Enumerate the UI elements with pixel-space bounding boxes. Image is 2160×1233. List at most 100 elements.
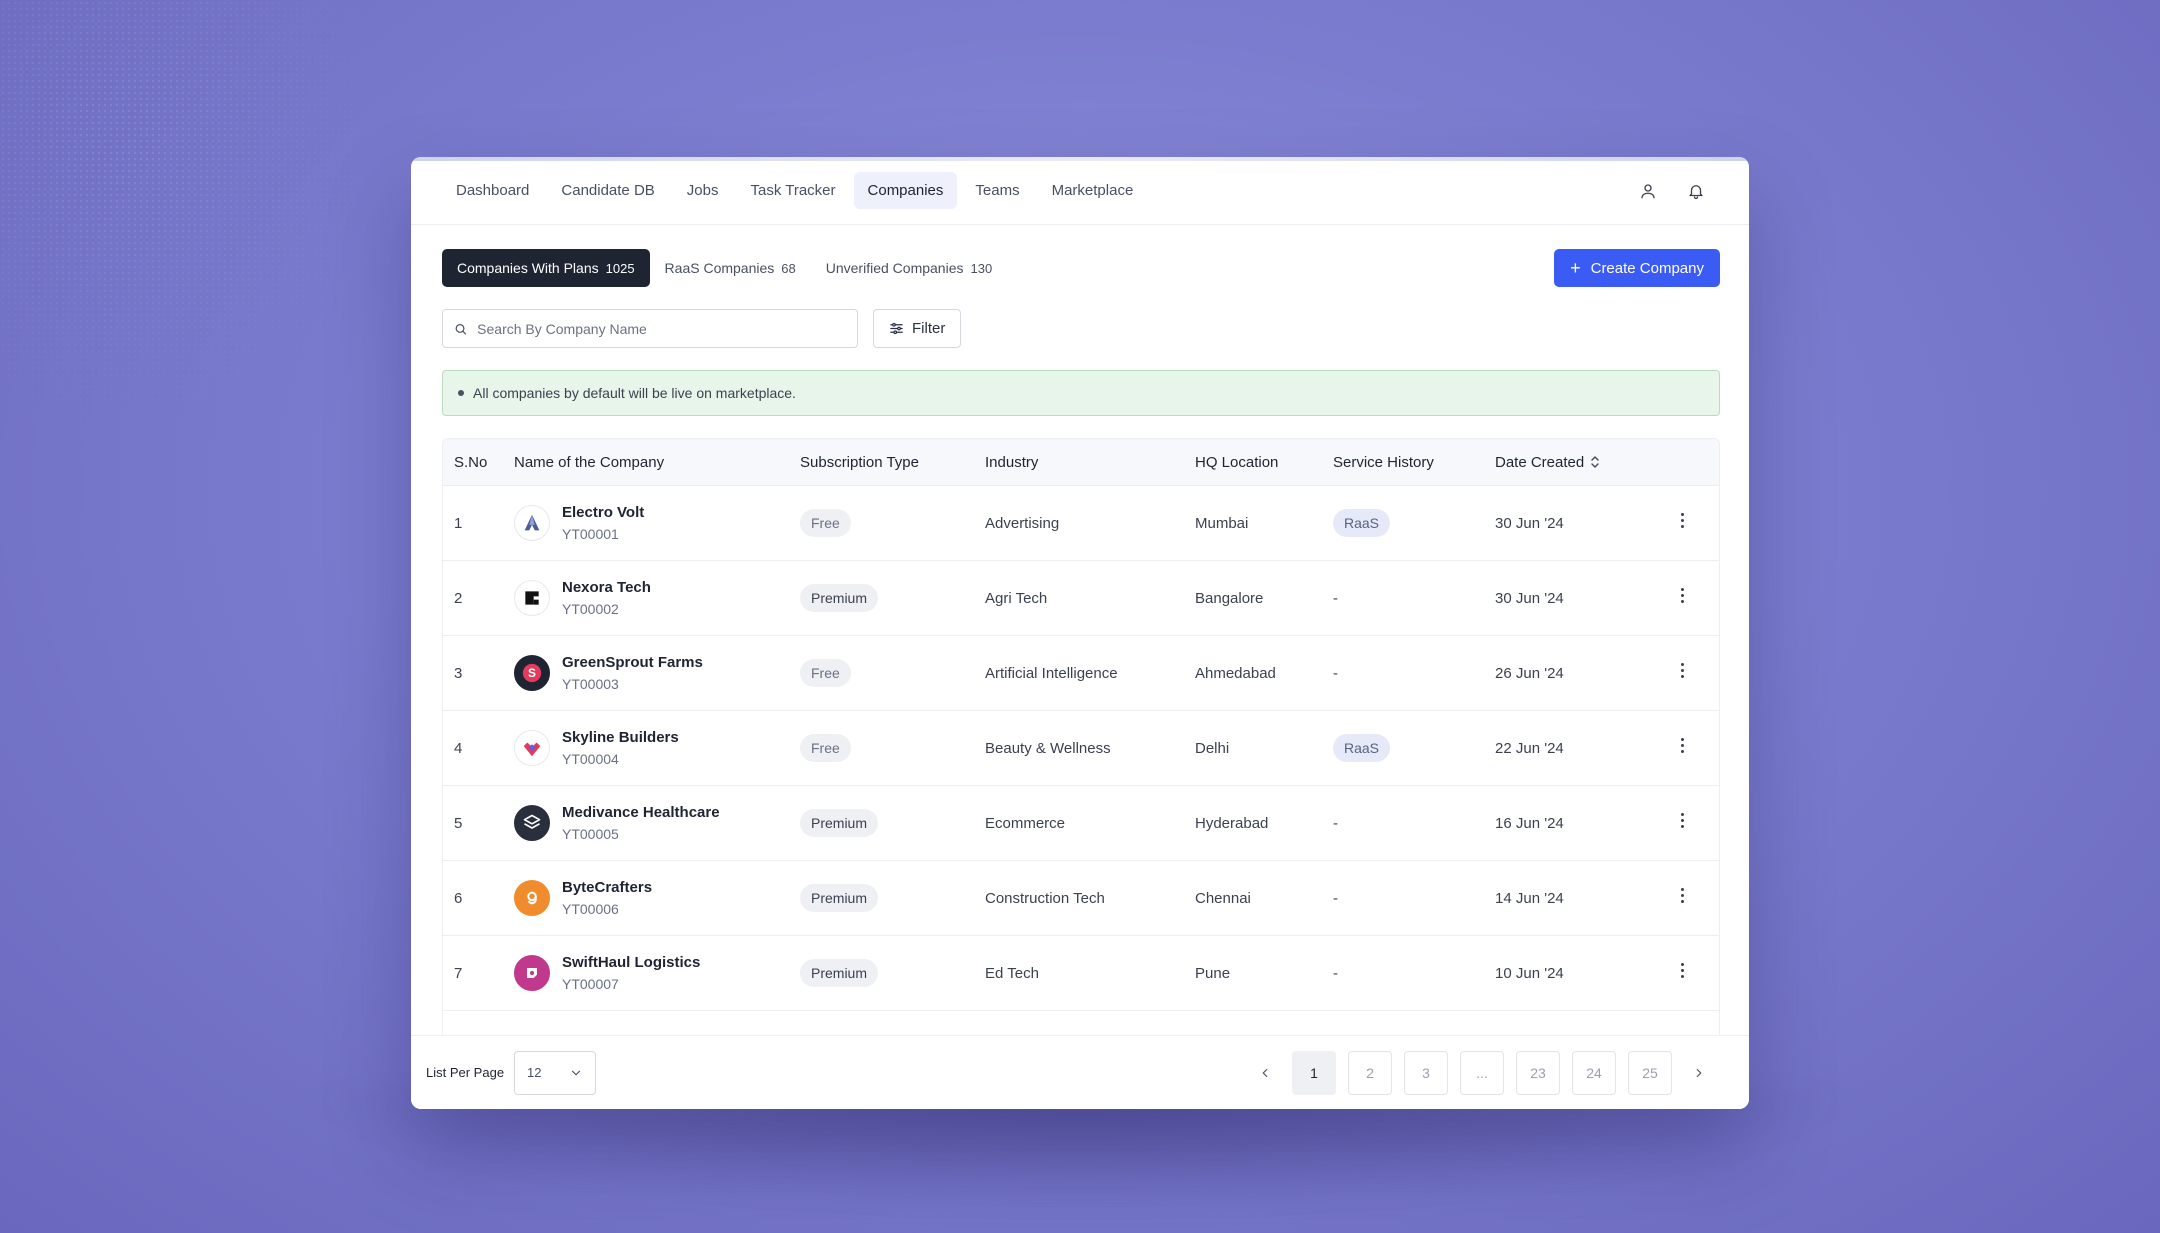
date-created: 30 Jun '24 — [1495, 589, 1564, 607]
table-row[interactable]: 1 Electro Volt YT00001 Free Advertising … — [443, 486, 1719, 561]
header-date-created[interactable]: Date Created — [1495, 454, 1645, 471]
table-row[interactable]: 7 SwiftHaul Logistics YT00007 Premium Ed… — [443, 936, 1719, 1011]
row-sno: 4 — [454, 739, 463, 757]
header-company-name: Name of the Company — [514, 453, 665, 471]
pagination: 1 2 3 ... 23 24 25 — [1250, 1050, 1734, 1095]
industry: Artificial Intelligence — [985, 664, 1118, 682]
header-date-created-label: Date Created — [1495, 453, 1585, 471]
create-company-label: Create Company — [1590, 259, 1704, 277]
subscription-badge: Premium — [800, 584, 879, 612]
tab-candidate-db[interactable]: Candidate DB — [547, 172, 668, 209]
filter-label: Filter — [912, 320, 946, 337]
company-id: YT00003 — [562, 676, 619, 692]
table-row[interactable]: 5 Medivance Healthcare YT00005 Premium E… — [443, 786, 1719, 861]
chevron-right-icon — [1696, 1068, 1702, 1077]
service-history-badge: RaaS — [1333, 509, 1391, 537]
segment-unverified-companies[interactable]: Unverified Companies 130 — [811, 249, 1007, 287]
header-hq-location: HQ Location — [1195, 453, 1279, 471]
row-sno: 5 — [454, 814, 463, 832]
more-options-icon[interactable] — [1672, 885, 1692, 905]
list-per-page-label: List Per Page — [426, 1065, 505, 1080]
search-box — [442, 309, 858, 348]
date-created: 30 Jun '24 — [1495, 514, 1564, 532]
search-icon — [455, 323, 467, 335]
plus-icon: + — [1570, 258, 1581, 278]
tab-dashboard[interactable]: Dashboard — [442, 172, 543, 209]
pagination-footer: List Per Page 12 1 2 3 ... 23 24 25 — [411, 1035, 1749, 1109]
service-history: - — [1333, 664, 1338, 682]
page-button-23[interactable]: 23 — [1516, 1050, 1560, 1095]
page-button-2[interactable]: 2 — [1348, 1050, 1392, 1095]
more-options-icon[interactable] — [1672, 810, 1692, 830]
more-options-icon[interactable] — [1672, 660, 1692, 680]
filter-button[interactable]: Filter — [873, 309, 962, 348]
tab-companies[interactable]: Companies — [853, 172, 958, 209]
company-id: YT00005 — [562, 826, 619, 842]
nexora-tech-logo — [514, 580, 550, 616]
nav-tabs: Dashboard Candidate DB Jobs Task Tracker… — [442, 172, 1147, 209]
user-icon[interactable] — [1637, 180, 1659, 202]
company-id: YT00006 — [562, 901, 619, 917]
segment-count: 68 — [781, 260, 796, 276]
segment-count: 1025 — [605, 260, 635, 276]
company-name[interactable]: Nexora Tech — [562, 579, 651, 596]
date-created: 16 Jun '24 — [1495, 814, 1564, 832]
notice-text: All companies by default will be live on… — [473, 385, 796, 401]
segment-companies-with-plans[interactable]: Companies With Plans 1025 — [442, 249, 650, 287]
swifthaul-logistics-logo — [514, 955, 550, 991]
subscription-badge: Premium — [800, 884, 879, 912]
company-name[interactable]: Electro Volt — [562, 504, 644, 521]
marketplace-notice: All companies by default will be live on… — [442, 370, 1720, 416]
bell-icon[interactable] — [1685, 180, 1707, 202]
prev-page-button[interactable] — [1250, 1051, 1280, 1095]
more-options-icon[interactable] — [1672, 585, 1692, 605]
bytecrafters-logo — [514, 880, 550, 916]
table-row[interactable]: 3 S GreenSprout Farms YT00003 Free Artif… — [443, 636, 1719, 711]
page-button-3[interactable]: 3 — [1404, 1050, 1448, 1095]
company-name[interactable]: Skyline Builders — [562, 729, 679, 746]
company-id: YT00007 — [562, 976, 619, 992]
search-row: Filter — [442, 309, 1720, 348]
company-id: YT00001 — [562, 526, 619, 542]
subscription-badge: Premium — [800, 809, 879, 837]
service-history-badge: RaaS — [1333, 734, 1391, 762]
tab-teams[interactable]: Teams — [961, 172, 1033, 209]
hq-location: Delhi — [1195, 739, 1230, 757]
create-company-button[interactable]: + Create Company — [1554, 249, 1720, 287]
segment-label: Companies With Plans — [457, 260, 599, 276]
table-row[interactable]: 6 ByteCrafters YT00006 Premium Construct… — [443, 861, 1719, 936]
svg-text:S: S — [528, 666, 536, 680]
top-nav: Dashboard Candidate DB Jobs Task Tracker… — [411, 157, 1749, 225]
company-name[interactable]: GreenSprout Farms — [562, 654, 703, 671]
next-page-button[interactable] — [1684, 1051, 1714, 1095]
service-history: - — [1333, 889, 1338, 907]
header-industry: Industry — [985, 453, 1039, 471]
list-per-page-value: 12 — [527, 1065, 542, 1080]
more-options-icon[interactable] — [1672, 960, 1692, 980]
segment-raas-companies[interactable]: RaaS Companies 68 — [650, 249, 811, 287]
medivance-healthcare-logo — [514, 805, 550, 841]
page-button-24[interactable]: 24 — [1572, 1050, 1616, 1095]
search-input[interactable] — [477, 320, 846, 337]
skyline-builders-logo — [514, 730, 550, 766]
row-sno: 7 — [454, 964, 463, 982]
company-name[interactable]: Medivance Healthcare — [562, 804, 720, 821]
table-row[interactable]: 4 Skyline Builders YT00004 Free Beauty &… — [443, 711, 1719, 786]
segment-label: Unverified Companies — [825, 260, 964, 276]
page-button-25[interactable]: 25 — [1628, 1050, 1672, 1095]
company-id: YT00002 — [562, 601, 619, 617]
tab-jobs[interactable]: Jobs — [673, 172, 733, 209]
date-created: 14 Jun '24 — [1495, 889, 1564, 907]
company-name[interactable]: ByteCrafters — [562, 879, 652, 896]
tab-task-tracker[interactable]: Task Tracker — [736, 172, 849, 209]
page-button-1[interactable]: 1 — [1292, 1050, 1336, 1095]
company-name[interactable]: SwiftHaul Logistics — [562, 954, 700, 971]
service-history: - — [1333, 589, 1338, 607]
list-per-page-select[interactable]: 12 — [514, 1050, 597, 1095]
more-options-icon[interactable] — [1672, 510, 1692, 530]
tab-marketplace[interactable]: Marketplace — [1038, 172, 1148, 209]
more-options-icon[interactable] — [1672, 735, 1692, 755]
industry: Agri Tech — [985, 589, 1048, 607]
subscription-badge: Free — [800, 734, 851, 762]
table-row[interactable]: 2 Nexora Tech YT00002 Premium Agri Tech … — [443, 561, 1719, 636]
